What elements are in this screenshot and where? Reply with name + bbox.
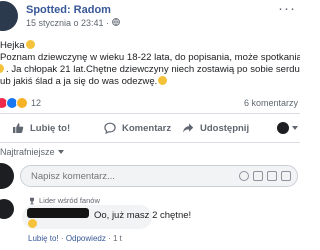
comment-reply-link[interactable]: Odpowiedz bbox=[66, 234, 106, 243]
page-avatar[interactable] bbox=[0, 1, 18, 31]
share-button[interactable]: Udostępnij bbox=[182, 118, 249, 138]
post-text-line: . Ja chłopak 21 lat.Chętne dziewczyny ni… bbox=[0, 64, 300, 76]
comment-icon bbox=[104, 122, 116, 134]
comment-composer bbox=[20, 165, 298, 187]
trophy-icon bbox=[30, 197, 34, 204]
post-text-line: ub jakiś ślad a ja się do was odezwę. bbox=[0, 76, 300, 88]
facebook-post: Spotted: Radom 15 stycznia o 23:41 · ···… bbox=[0, 0, 300, 250]
post-timestamp[interactable]: 15 stycznia o 23:41 · bbox=[26, 18, 109, 28]
divider bbox=[0, 142, 300, 143]
divider bbox=[0, 113, 300, 114]
globe-icon bbox=[112, 18, 120, 28]
haha-reaction-icon[interactable] bbox=[16, 97, 28, 109]
comment-label: Komentarz bbox=[122, 122, 172, 134]
audience-selector[interactable] bbox=[277, 122, 298, 134]
comment-input[interactable] bbox=[31, 171, 181, 182]
like-label: Lubię to! bbox=[30, 122, 71, 134]
commenter-name-redacted[interactable] bbox=[27, 208, 89, 218]
reactions-summary: 12 6 komentarzy bbox=[0, 96, 300, 110]
comment-like-link[interactable]: Lubię to! bbox=[28, 234, 59, 243]
ellipsis-icon[interactable]: ··· bbox=[278, 1, 296, 16]
chevron-down-icon bbox=[292, 126, 298, 130]
commenter-avatar[interactable] bbox=[0, 199, 14, 219]
post-meta: 15 stycznia o 23:41 · bbox=[26, 18, 120, 28]
badge-label: Lider wśród fanów bbox=[39, 196, 100, 205]
comment-count[interactable]: 6 komentarzy bbox=[244, 98, 298, 108]
comment-text: Oo, już masz 2 chętne! bbox=[94, 210, 192, 221]
comment-bubble: Oo, już masz 2 chętne! bbox=[22, 205, 191, 229]
camera-icon[interactable] bbox=[253, 171, 263, 181]
post-header: Spotted: Radom 15 stycznia o 23:41 · ··· bbox=[0, 0, 300, 34]
kiss-emoji-icon bbox=[158, 76, 168, 85]
comment-sort-dropdown[interactable]: Najtrafniejsze bbox=[0, 147, 64, 157]
sticker-icon[interactable] bbox=[281, 171, 291, 181]
comment-actions: Lubię to! · Odpowiedz · 1 t bbox=[28, 234, 122, 243]
user-avatar[interactable] bbox=[0, 163, 14, 189]
emoji-icon[interactable] bbox=[239, 171, 249, 181]
chevron-down-icon bbox=[57, 150, 64, 154]
action-bar: Lubię to! Komentarz Udostępnij bbox=[0, 118, 300, 138]
share-icon bbox=[183, 123, 194, 133]
comment-time[interactable]: 1 t bbox=[113, 234, 122, 243]
composer-icons bbox=[235, 171, 291, 181]
post-text-line: Poznam dziewczynę w wieku 18-22 lata, do… bbox=[0, 52, 300, 63]
post-text-line: Hejka bbox=[0, 40, 300, 52]
post-text: Hejka Poznam dziewczynę w wieku 18-22 la… bbox=[0, 40, 300, 88]
reaction-count[interactable]: 12 bbox=[31, 98, 41, 108]
profile-avatar bbox=[277, 122, 289, 134]
like-button[interactable]: Lubię to! bbox=[12, 118, 70, 138]
thumbs-up-icon bbox=[13, 123, 24, 133]
comment-button[interactable]: Komentarz bbox=[104, 118, 171, 138]
sort-label: Najtrafniejsze bbox=[0, 147, 55, 157]
gif-icon[interactable] bbox=[267, 171, 277, 181]
top-fan-badge: Lider wśród fanów bbox=[28, 196, 100, 205]
share-label: Udostępnij bbox=[200, 122, 250, 134]
smile-emoji-icon bbox=[0, 64, 4, 73]
grin-emoji-icon bbox=[28, 219, 37, 228]
blush-emoji-icon bbox=[25, 40, 35, 49]
page-name-link[interactable]: Spotted: Radom bbox=[26, 4, 111, 16]
